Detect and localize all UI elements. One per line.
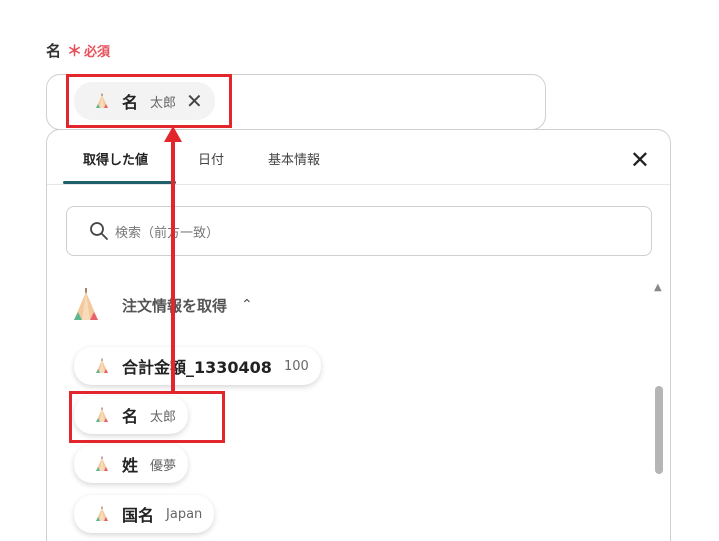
item-name: 名 <box>122 407 139 426</box>
tab-bar: 取得した値 日付 基本情報 ✕ <box>47 130 670 185</box>
annotation-arrow-head-icon <box>164 126 182 142</box>
item-name: 姓 <box>122 456 139 475</box>
tab-retrieved-values[interactable]: 取得した値 <box>83 149 148 168</box>
selected-chip-value: 太郎 <box>150 95 177 111</box>
scrollbar-thumb[interactable] <box>655 386 663 474</box>
tab-date[interactable]: 日付 <box>198 149 224 168</box>
panel-close-icon[interactable]: ✕ <box>630 148 650 172</box>
search-placeholder: 検索（前方一致） <box>115 225 220 241</box>
item-value: 優夢 <box>150 458 177 474</box>
teepee-icon <box>96 456 108 471</box>
search-icon <box>90 222 108 240</box>
teepee-icon <box>96 358 108 373</box>
active-tab-indicator <box>63 181 176 184</box>
required-text: 必須 <box>84 45 111 60</box>
teepee-icon <box>96 407 108 422</box>
selected-value-chip[interactable]: 名 太郎 ✕ <box>74 82 215 120</box>
list-item[interactable]: 国名 Japan <box>74 495 215 533</box>
item-value: Japan <box>166 506 203 522</box>
selected-chip-name: 名 <box>122 93 139 112</box>
required-star: ＊ <box>67 42 83 60</box>
search-input[interactable]: 検索（前方一致） <box>66 206 652 256</box>
list-item[interactable]: 合計金額_1330408 100 <box>74 347 321 385</box>
remove-chip-close-icon[interactable]: ✕ <box>186 91 203 111</box>
field-label: 名 ＊ 必須 <box>46 40 110 61</box>
tab-basic-info[interactable]: 基本情報 <box>268 149 320 168</box>
teepee-icon <box>96 93 108 108</box>
list-item[interactable]: 姓 優夢 <box>74 445 189 483</box>
section-order-info[interactable]: 注文情報を取得 ⌃ <box>72 288 253 322</box>
scroll-up-arrow-icon[interactable]: ▲ <box>654 282 662 293</box>
item-name: 国名 <box>122 506 155 525</box>
field-label-text: 名 <box>46 42 62 60</box>
item-value: 100 <box>283 358 309 374</box>
chevron-up-icon[interactable]: ⌃ <box>241 297 253 313</box>
annotation-arrow-shaft <box>171 140 175 392</box>
teepee-icon <box>74 288 98 320</box>
item-name: 合計金額_1330408 <box>122 358 272 377</box>
item-value: 太郎 <box>150 409 177 425</box>
teepee-icon <box>96 506 108 521</box>
list-item[interactable]: 名 太郎 <box>74 396 189 434</box>
